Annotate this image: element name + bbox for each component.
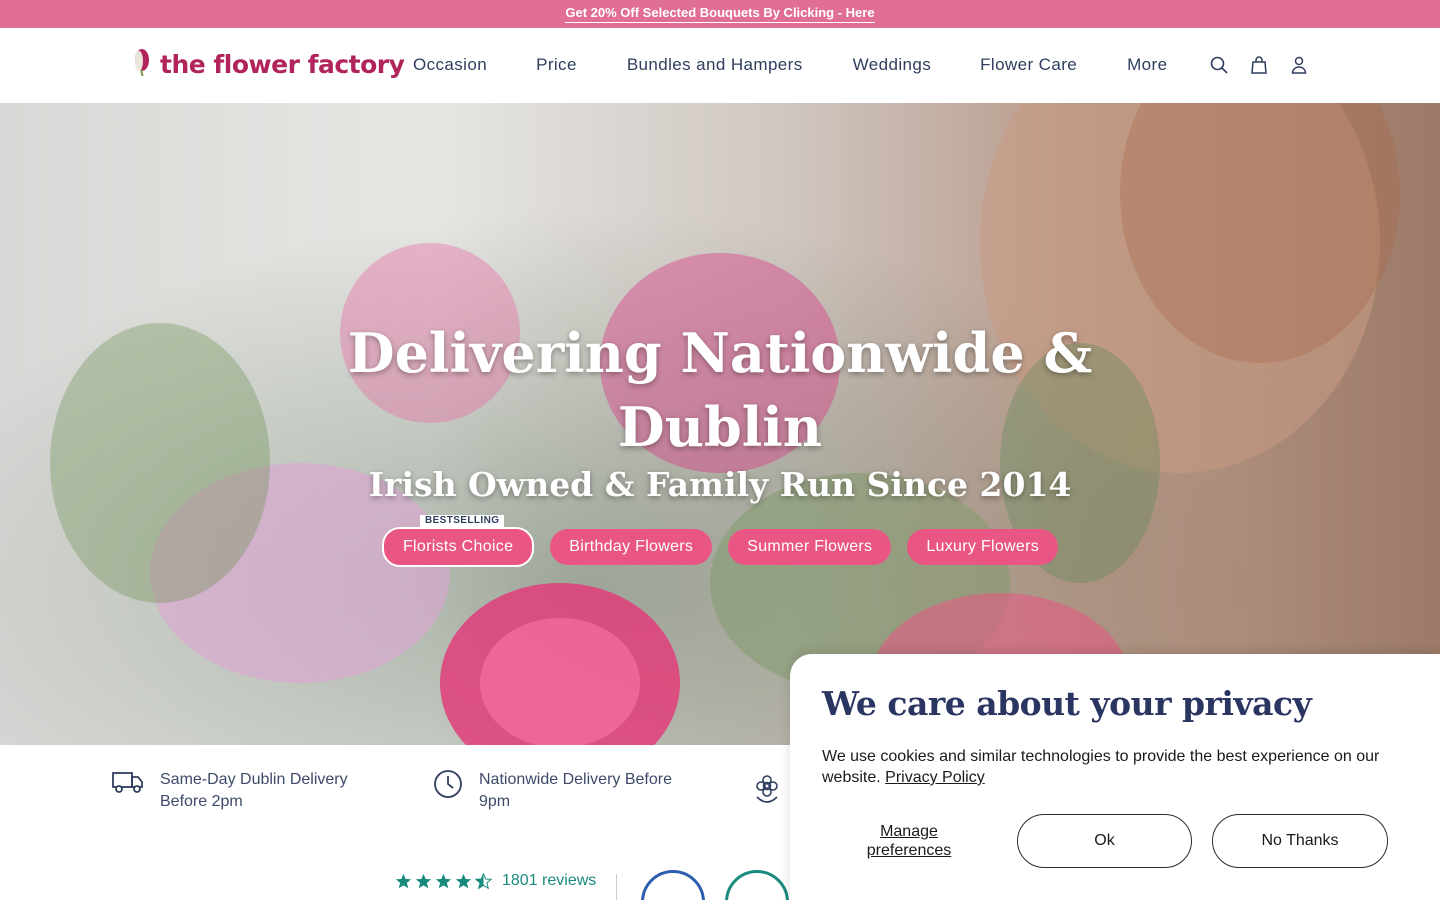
star-icon: [415, 873, 432, 888]
nav-price[interactable]: Price: [536, 55, 577, 75]
hero-title: Delivering Nationwide & Dublin: [0, 316, 1440, 464]
reviews-count[interactable]: 1801 reviews: [502, 872, 596, 890]
site-header: the flower factory Occasion Price Bundle…: [0, 28, 1440, 103]
hero-subtitle: Irish Owned & Family Run Since 2014: [368, 465, 1072, 504]
award-badge-icon: [641, 870, 705, 900]
nav-bundles-and-hampers[interactable]: Bundles and Hampers: [627, 55, 803, 75]
star-icon: [435, 873, 452, 888]
nav-more[interactable]: More: [1127, 55, 1167, 75]
category-pills: BESTSELLING Florists Choice Birthday Flo…: [0, 515, 1440, 567]
hero-title-line-2: Dublin: [617, 395, 823, 459]
star-icon: [455, 873, 472, 888]
cookie-body: We use cookies and similar technologies …: [822, 746, 1422, 788]
feature-line-1: Same-Day Dublin Delivery: [160, 771, 348, 788]
feature-flower: [753, 775, 781, 812]
search-icon[interactable]: [1208, 54, 1230, 76]
promo-link[interactable]: Get 20% Off Selected Bouquets By Clickin…: [565, 5, 875, 23]
feature-line-1: Nationwide Delivery Before: [479, 771, 672, 788]
feature-text: Nationwide Delivery Before 9pm: [479, 769, 672, 813]
tulip-logo-icon: [130, 48, 154, 81]
main-nav: Occasion Price Bundles and Hampers Weddi…: [413, 55, 1167, 75]
clock-icon: [433, 769, 463, 804]
no-thanks-button[interactable]: No Thanks: [1212, 814, 1388, 868]
platinum-award-icon: [725, 870, 789, 900]
ok-button[interactable]: Ok: [1017, 814, 1192, 868]
flower-icon: [753, 775, 781, 812]
divider: [616, 874, 617, 900]
feature-nationwide-delivery: Nationwide Delivery Before 9pm: [433, 769, 672, 813]
logo[interactable]: the flower factory: [130, 48, 405, 81]
feature-dublin-delivery: Same-Day Dublin Delivery Before 2pm: [112, 769, 348, 813]
rating-stars: [395, 872, 492, 890]
reviews-summary[interactable]: 1801 reviews: [395, 872, 596, 890]
manage-preferences-link[interactable]: Manage preferences: [850, 822, 968, 860]
bestselling-badge: BESTSELLING: [419, 515, 505, 527]
account-icon[interactable]: [1288, 54, 1310, 76]
promo-bar: Get 20% Off Selected Bouquets By Clickin…: [0, 0, 1440, 28]
pill-label: Florists Choice: [402, 538, 514, 555]
truck-icon: [112, 769, 144, 800]
pill-summer-flowers[interactable]: Summer Flowers: [728, 529, 892, 565]
logo-text: the flower factory: [160, 50, 405, 79]
feature-line-2: Before 2pm: [160, 793, 243, 810]
header-actions: [1208, 54, 1310, 76]
cookie-title: We care about your privacy: [822, 684, 1312, 723]
hero-title-line-1: Delivering Nationwide &: [347, 321, 1093, 385]
star-icon: [395, 873, 412, 888]
nav-flower-care[interactable]: Flower Care: [980, 55, 1077, 75]
hero-banner: Delivering Nationwide & Dublin Irish Own…: [0, 103, 1440, 745]
half-star-icon: [475, 872, 492, 889]
nav-weddings[interactable]: Weddings: [853, 55, 932, 75]
pill-birthday-flowers[interactable]: Birthday Flowers: [550, 529, 713, 565]
nav-occasion[interactable]: Occasion: [413, 55, 487, 75]
pill-luxury-flowers[interactable]: Luxury Flowers: [907, 529, 1059, 565]
bag-icon[interactable]: [1248, 54, 1270, 76]
privacy-policy-link[interactable]: Privacy Policy: [885, 769, 985, 786]
pill-florists-choice[interactable]: BESTSELLING Florists Choice: [381, 515, 535, 567]
feature-line-2: 9pm: [479, 793, 511, 810]
feature-text: Same-Day Dublin Delivery Before 2pm: [160, 769, 348, 813]
cookie-consent-dialog: We care about your privacy We use cookie…: [790, 654, 1440, 900]
